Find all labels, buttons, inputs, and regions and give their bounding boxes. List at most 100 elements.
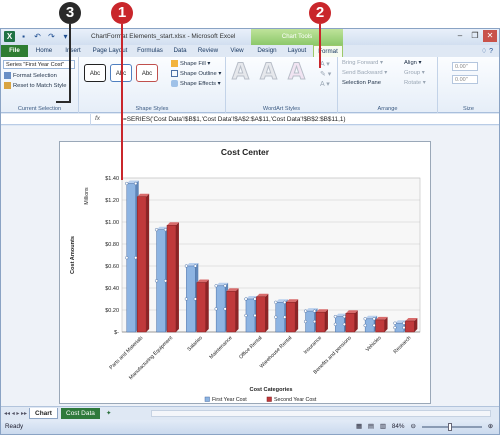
bar-side <box>324 309 328 332</box>
bar-side <box>235 288 239 332</box>
selection-handle <box>184 297 189 301</box>
status-ready: Ready <box>5 423 24 430</box>
group-current-selection: Series "First Year Cost" Format Selectio… <box>1 57 79 113</box>
tab-file[interactable]: File <box>1 45 28 57</box>
callout-3: 3 <box>59 2 81 24</box>
send-backward-label: Send Backward <box>342 70 383 76</box>
shape-effects-button[interactable]: Shape Effects ▾ <box>171 80 221 87</box>
shape-style-preset-1[interactable]: Abc <box>84 64 106 82</box>
align-button[interactable]: Align ▾ <box>404 60 421 66</box>
shape-width-field[interactable]: 0.00" <box>452 75 478 84</box>
redo-icon[interactable]: ↷ <box>46 31 57 42</box>
wordart-style-2[interactable]: A <box>259 60 277 86</box>
bar-second-year <box>405 320 415 333</box>
callout-3-leader-horizontal <box>56 101 71 103</box>
selection-handle <box>163 228 168 232</box>
shape-height-field[interactable]: 0.00" <box>452 62 478 71</box>
reset-to-match-style-button[interactable]: Reset to Match Style <box>4 82 66 89</box>
formula-input[interactable]: =SERIES('Cost Data'!$B$1,'Cost Data'!$A$… <box>123 116 346 123</box>
sheet-tab-chart[interactable]: Chart <box>29 408 58 419</box>
selection-handle <box>134 181 138 186</box>
horizontal-scrollbar[interactable] <box>151 410 491 417</box>
minimize-icon[interactable]: – <box>453 30 467 42</box>
help-icon[interactable]: ♢ ? <box>481 47 493 55</box>
title-bar: X ▪ ↶ ↷ ▾ ChartFormat Elements_start.xls… <box>1 29 499 45</box>
zoom-level[interactable]: 84% <box>392 423 405 430</box>
y-axis-unit-label: Millions <box>84 187 90 205</box>
format-selection-button[interactable]: Format Selection <box>4 72 57 79</box>
tab-page-layout[interactable]: Page Layout <box>89 45 131 57</box>
chart-area[interactable]: Cost Center $- $0.20 $0.40 $0.60 $0.80 $1.00 $… <box>59 141 431 404</box>
undo-icon[interactable]: ↶ <box>32 31 43 42</box>
shape-effects-icon <box>171 80 178 87</box>
text-effects-icon[interactable]: A ▾ <box>320 80 330 88</box>
bar-second-year <box>285 302 296 333</box>
tab-design[interactable]: Design <box>253 45 281 57</box>
page-layout-view-icon[interactable]: ▤ <box>368 423 374 430</box>
tab-data[interactable]: Data <box>169 45 191 57</box>
close-icon[interactable]: ✕ <box>483 30 497 42</box>
format-selection-label: Format Selection <box>13 73 57 80</box>
shape-outline-button[interactable]: Shape Outline ▾ <box>171 70 221 77</box>
callout-3-leader <box>69 24 71 102</box>
text-outline-icon[interactable]: ✎ ▾ <box>320 70 331 78</box>
name-box[interactable] <box>1 114 91 125</box>
page-break-view-icon[interactable]: ▥ <box>380 423 386 430</box>
selection-handle <box>312 319 317 324</box>
bar-side <box>295 299 299 332</box>
group-button[interactable]: Group ▾ <box>404 70 425 76</box>
callout-1: 1 <box>111 2 133 24</box>
sheet-tab-cost-data[interactable]: Cost Data <box>61 408 100 419</box>
restore-icon[interactable]: ❐ <box>468 30 482 42</box>
arrange-group-label: Arrange <box>377 106 398 112</box>
selection-handle <box>283 300 287 304</box>
zoom-in-icon[interactable]: ⊕ <box>488 423 493 430</box>
selection-handle <box>372 323 376 328</box>
x-tick-label: Salaries <box>186 335 204 353</box>
bar-second-year <box>196 282 206 333</box>
wordart-style-3[interactable]: A <box>287 60 305 86</box>
selection-handle <box>274 300 278 304</box>
zoom-slider-knob[interactable] <box>447 422 452 431</box>
zoom-slider[interactable] <box>421 422 482 431</box>
wordart-style-1[interactable]: A <box>231 60 249 86</box>
x-tick-label: Office Rental <box>238 335 263 360</box>
rotate-button[interactable]: Rotate ▾ <box>404 80 426 86</box>
insert-sheet-icon[interactable]: ✦ <box>101 408 116 419</box>
sheet-tab-bar: ◂◂ ◂ ▸ ▸▸ Chart Cost Data ✦ <box>1 406 499 420</box>
zoom-out-icon[interactable]: ⊖ <box>410 423 415 430</box>
bar-second-year <box>136 196 147 333</box>
bring-forward-button[interactable]: Bring Forward ▾ <box>342 60 383 66</box>
shape-style-preset-3[interactable]: Abc <box>136 64 158 82</box>
tab-layout[interactable]: Layout <box>283 45 311 57</box>
selection-handle <box>274 315 278 319</box>
sheet-nav-arrows-icon[interactable]: ◂◂ ◂ ▸ ▸▸ <box>4 410 27 417</box>
selection-handle <box>134 256 138 260</box>
tab-format[interactable]: Format <box>313 45 343 57</box>
tab-review[interactable]: Review <box>193 45 223 57</box>
bring-forward-label: Bring Forward <box>342 60 379 66</box>
chart-svg: $- $0.20 $0.40 $0.60 $0.80 $1.00 $1.20 $1.40 Mil… <box>70 176 421 403</box>
tab-formulas[interactable]: Formulas <box>133 45 167 57</box>
insert-function-icon[interactable]: fx <box>95 115 100 122</box>
selection-handle <box>125 181 129 186</box>
bar-second-year <box>166 225 177 333</box>
normal-view-icon[interactable]: ▦ <box>356 423 362 430</box>
text-fill-icon[interactable]: A ▾ <box>320 60 330 68</box>
x-tick-label: Insurance <box>303 335 323 355</box>
tab-insert[interactable]: Insert <box>59 45 87 57</box>
send-backward-button[interactable]: Send Backward ▾ <box>342 70 387 76</box>
shape-fill-button[interactable]: Shape Fill ▾ <box>171 60 210 67</box>
legend-swatch <box>266 396 272 402</box>
save-icon[interactable]: ▪ <box>18 31 29 42</box>
selection-pane-button[interactable]: Selection Pane <box>342 80 381 86</box>
window-controls: – ❐ ✕ <box>453 30 497 42</box>
selection-handle <box>363 317 367 321</box>
shape-styles-group-label: Shape Styles <box>135 106 169 112</box>
group-label: Group <box>404 70 421 76</box>
chart-elements-dropdown[interactable]: Series "First Year Cost" <box>3 60 75 69</box>
bar-second-year <box>226 291 236 333</box>
selection-handle <box>193 297 197 301</box>
tab-home[interactable]: Home <box>31 45 57 57</box>
tab-view[interactable]: View <box>225 45 249 57</box>
